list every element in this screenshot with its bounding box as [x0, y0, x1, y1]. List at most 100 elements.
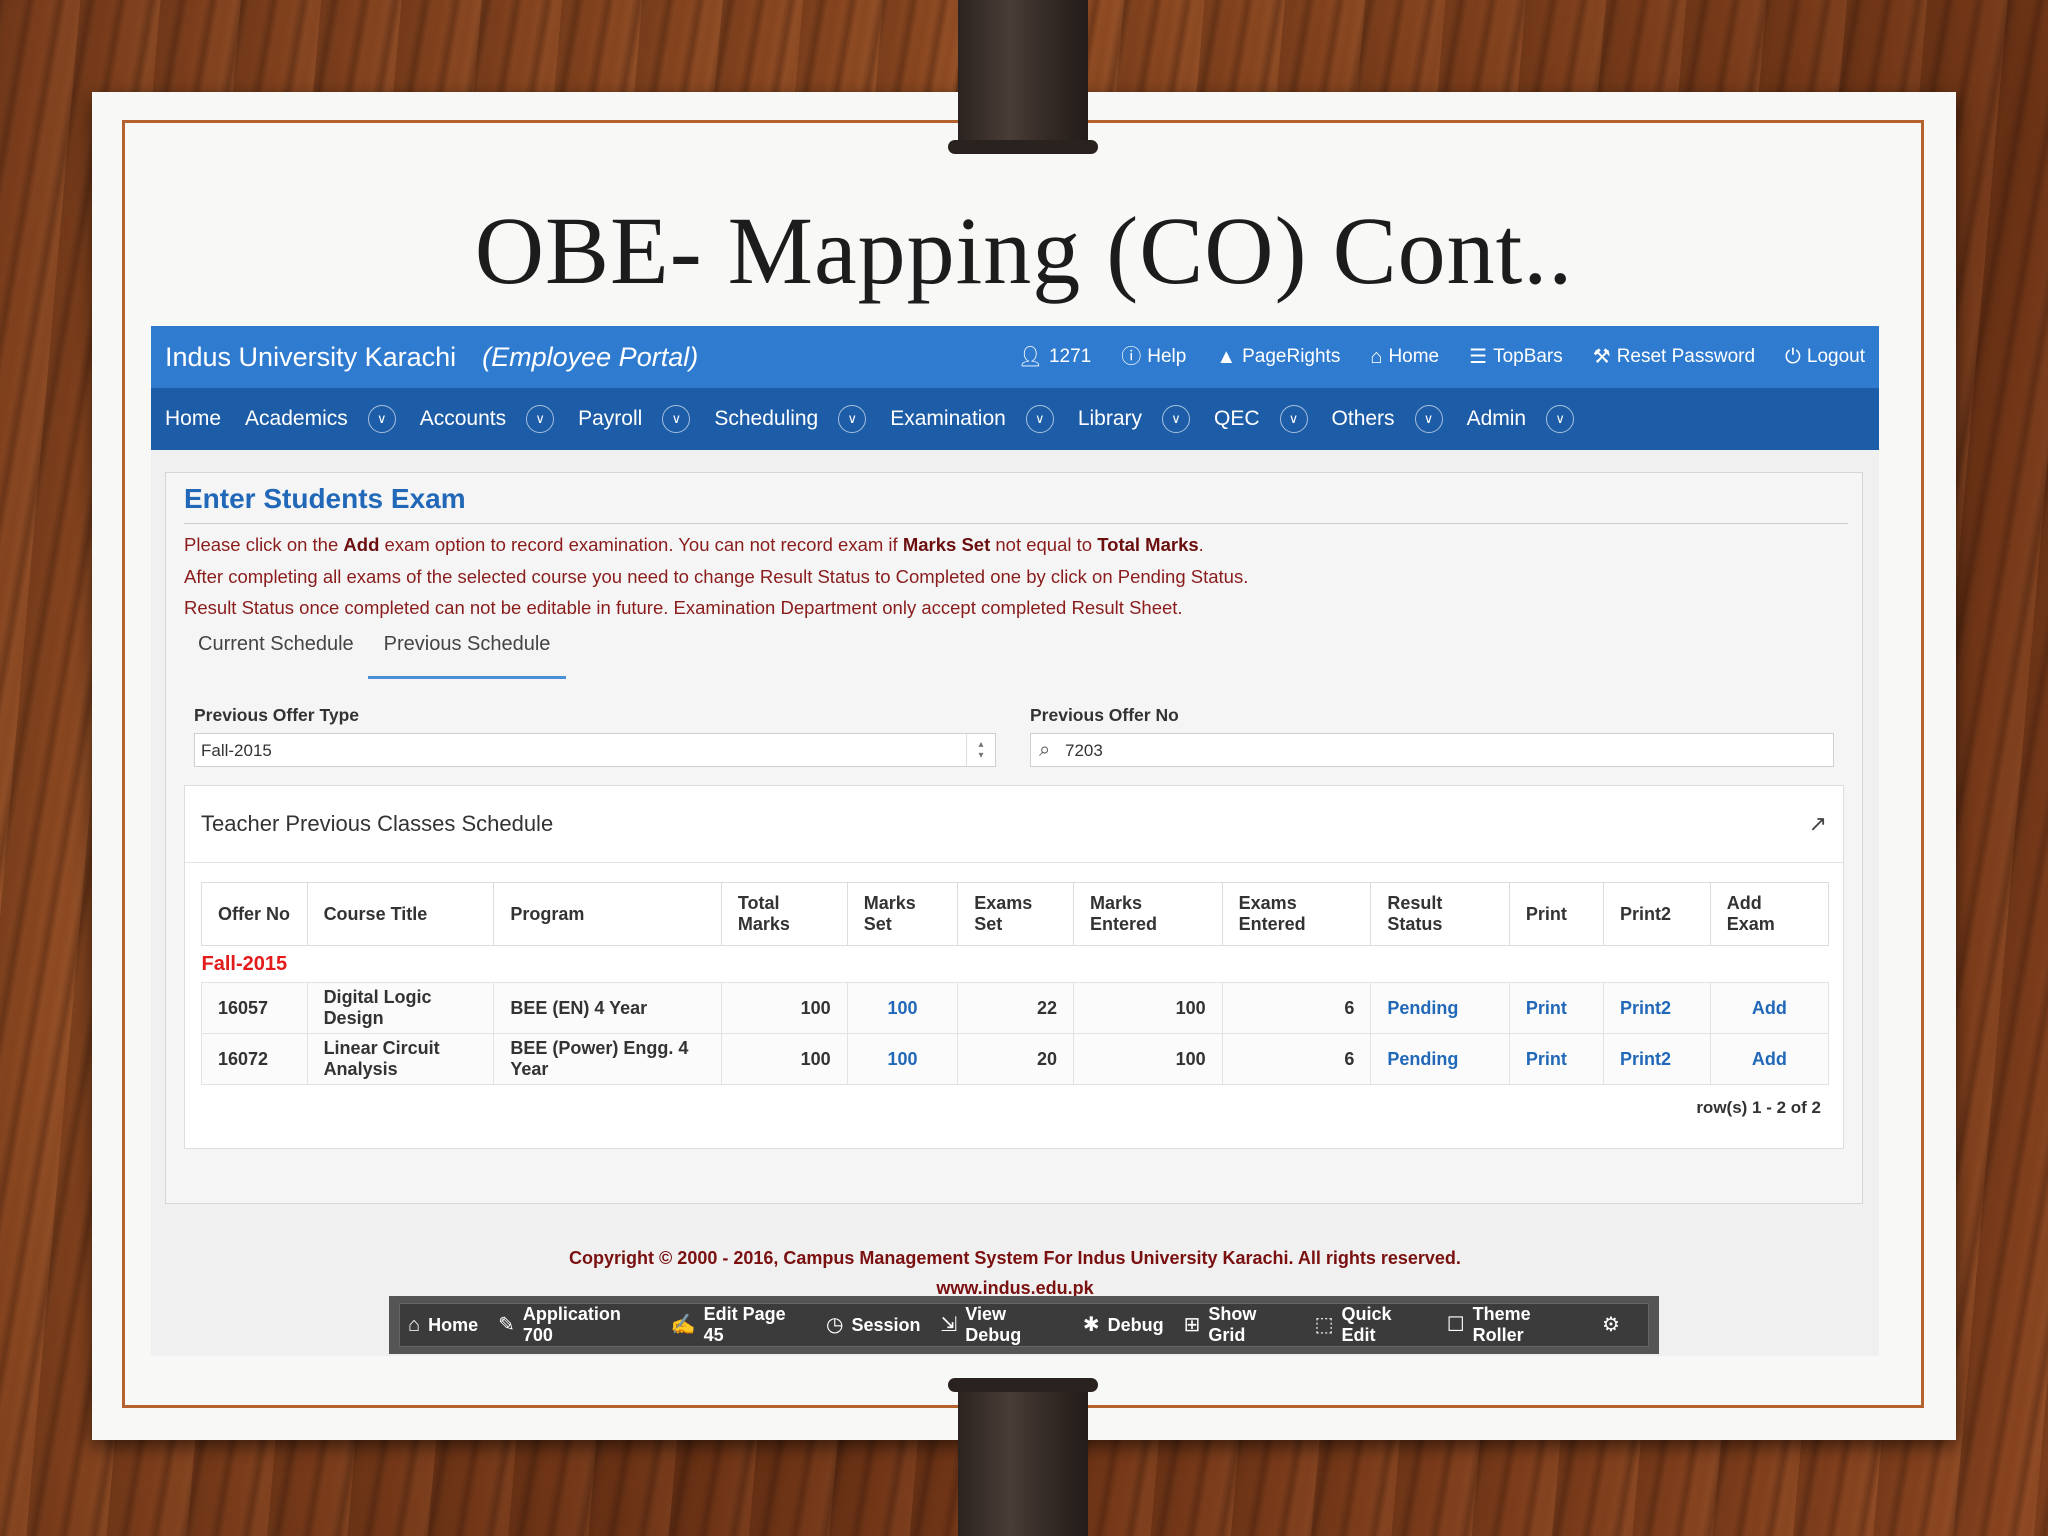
cell-offer-no: 16072	[201, 1033, 308, 1085]
offer-no-input[interactable]: ⌕ 7203	[1030, 733, 1834, 767]
binder-clip-top	[948, 0, 1098, 154]
pagerights-label: PageRights	[1242, 346, 1341, 367]
topbars-link[interactable]: ☰ TopBars	[1469, 346, 1563, 368]
cell-exams-set: 22	[957, 982, 1074, 1034]
dev-theme-roller-button[interactable]: ☐ Theme Roller	[1447, 1304, 1582, 1346]
nav-label: QEC	[1214, 407, 1260, 430]
chevron-down-icon[interactable]: ∨	[1414, 405, 1443, 433]
nav-admin[interactable]: Admin ∨	[1467, 405, 1575, 433]
offer-type-select[interactable]: Fall-2015 ▴ ▾	[194, 733, 996, 767]
dev-edit-page-button[interactable]: ✍ Edit Page 45	[671, 1304, 806, 1346]
nav-label: Scheduling	[714, 407, 819, 430]
col-result-status[interactable]: Result Status	[1370, 882, 1510, 946]
report-title: Teacher Previous Classes Schedule	[201, 811, 554, 836]
grid-icon: ⊞	[1183, 1314, 1201, 1336]
chevron-down-icon[interactable]: ∨	[838, 405, 867, 433]
cell-course-title: Linear Circuit Analysis	[306, 1033, 495, 1085]
col-add-exam[interactable]: Add Exam	[1710, 882, 1830, 946]
developer-toolbar-inner: ⌂ Home ✎ Application 700 ✍ Edit Page 45 ◷ Se…	[399, 1303, 1649, 1347]
dev-application-button[interactable]: ✎ Application 700	[498, 1304, 651, 1346]
nav-academics[interactable]: Academics ∨	[245, 405, 396, 433]
help-link[interactable]: ⓘ Help	[1121, 346, 1186, 368]
instruction-line-3: Result Status once completed can not be …	[184, 597, 1183, 618]
add-exam-link[interactable]: Add	[1709, 1033, 1830, 1085]
dev-label: Quick Edit	[1341, 1304, 1392, 1345]
nav-payroll[interactable]: Payroll ∨	[578, 405, 691, 433]
table-header-row: Offer No Course Title Program Total Mark…	[201, 882, 1830, 946]
pending-status-link[interactable]: Pending	[1370, 1033, 1510, 1085]
copyright: Copyright © 2000 - 2016, Campus Manageme…	[569, 1248, 1461, 1268]
col-exams-set[interactable]: Exams Set	[957, 882, 1074, 946]
schedule-table: Offer No Course Title Program Total Mark…	[201, 882, 1830, 1085]
col-exams-entered[interactable]: Exams Entered	[1222, 882, 1372, 946]
brand-name[interactable]: Indus University Karachi	[165, 342, 456, 373]
home-link[interactable]: ⌂ Home	[1370, 346, 1439, 368]
nav-home[interactable]: Home	[165, 407, 221, 431]
col-offer-no[interactable]: Offer No	[201, 882, 308, 946]
dev-debug-button[interactable]: ✱ Debug	[1083, 1315, 1164, 1336]
home-icon: ⌂	[1370, 346, 1383, 368]
cell-exams-set: 20	[957, 1033, 1074, 1085]
dev-label: Application 700	[522, 1304, 621, 1345]
nav-qec[interactable]: QEC ∨	[1214, 405, 1308, 433]
key-icon: ⚒	[1592, 346, 1611, 368]
portal-name: (Employee Portal)	[482, 341, 699, 372]
cell-marks-entered: 100	[1072, 982, 1223, 1034]
nav-examination[interactable]: Examination ∨	[890, 405, 1054, 433]
logout-label: Logout	[1806, 346, 1865, 367]
select-arrows-icon[interactable]: ▴ ▾	[966, 734, 995, 766]
cell-marks-set[interactable]: 100	[846, 1033, 959, 1085]
logout-link[interactable]: ⏻ Logout	[1785, 346, 1865, 368]
help-label: Help	[1147, 346, 1187, 367]
col-print2[interactable]: Print2	[1603, 882, 1711, 946]
chevron-down-icon[interactable]: ∨	[662, 405, 691, 433]
cell-marks-set[interactable]: 100	[846, 982, 959, 1034]
dev-quick-edit-button[interactable]: ⬚ Quick Edit	[1315, 1304, 1427, 1346]
nav-label: Academics	[245, 407, 348, 430]
nav-others[interactable]: Others ∨	[1332, 405, 1443, 433]
nav-scheduling[interactable]: Scheduling ∨	[714, 405, 867, 433]
user-id-label: 1271	[1048, 346, 1092, 367]
instruction-line-1: Please click on the Add exam option to r…	[184, 534, 1204, 555]
user-icon: 👤︎	[1017, 346, 1043, 368]
reset-password-link[interactable]: ⚒ Reset Password	[1593, 346, 1755, 368]
dev-session-button[interactable]: ◷ Session	[826, 1315, 920, 1336]
print-link[interactable]: Print	[1508, 1033, 1604, 1085]
print2-link[interactable]: Print2	[1602, 982, 1711, 1034]
offer-type-value: Fall-2015	[201, 741, 272, 760]
col-marks-set[interactable]: Marks Set	[847, 882, 959, 946]
chevron-down-icon[interactable]: ∨	[367, 405, 396, 433]
user-id-link[interactable]: 👤︎ 1271	[1018, 346, 1092, 368]
col-program[interactable]: Program	[493, 882, 722, 946]
col-course-title[interactable]: Course Title	[307, 882, 495, 946]
dev-view-debug-button[interactable]: ⇲ View Debug	[941, 1304, 1063, 1346]
nav-library[interactable]: Library ∨	[1078, 405, 1191, 433]
col-marks-entered[interactable]: Marks Entered	[1073, 882, 1223, 946]
add-exam-link[interactable]: Add	[1709, 982, 1830, 1034]
divider	[184, 523, 1848, 524]
chevron-down-icon[interactable]: ∨	[1162, 405, 1191, 433]
print2-link[interactable]: Print2	[1602, 1033, 1711, 1085]
pending-status-link[interactable]: Pending	[1370, 982, 1510, 1034]
pointer-icon: ⇲	[940, 1314, 958, 1336]
dev-home-button[interactable]: ⌂ Home	[408, 1315, 478, 1336]
instruction-line-2: After completing all exams of the select…	[184, 565, 1249, 587]
expand-icon[interactable]: ↗︎	[1809, 811, 1827, 837]
col-total-marks[interactable]: Total Marks	[721, 882, 848, 946]
col-print[interactable]: Print	[1509, 882, 1604, 946]
chevron-down-icon[interactable]: ∨	[1546, 405, 1575, 433]
pagerights-link[interactable]: ▲ PageRights	[1216, 346, 1340, 368]
dev-show-grid-button[interactable]: ⊞ Show Grid	[1184, 1304, 1295, 1346]
search-icon[interactable]: ⌕	[1039, 739, 1050, 762]
chevron-down-icon[interactable]: ∨	[526, 405, 555, 433]
dev-settings-button[interactable]: ⚙	[1602, 1315, 1620, 1335]
nav-accounts[interactable]: Accounts ∨	[420, 405, 555, 433]
chevron-down-icon[interactable]: ∨	[1279, 405, 1308, 433]
gear-icon: ⚙	[1602, 1314, 1620, 1336]
tab-current-schedule[interactable]: Current Schedule	[184, 633, 368, 679]
print-link[interactable]: Print	[1508, 982, 1604, 1034]
offer-type-label: Previous Offer Type	[194, 705, 360, 725]
tab-previous-schedule[interactable]: Previous Schedule	[367, 633, 567, 679]
cell-total-marks: 100	[720, 982, 848, 1034]
chevron-down-icon[interactable]: ∨	[1025, 405, 1054, 433]
